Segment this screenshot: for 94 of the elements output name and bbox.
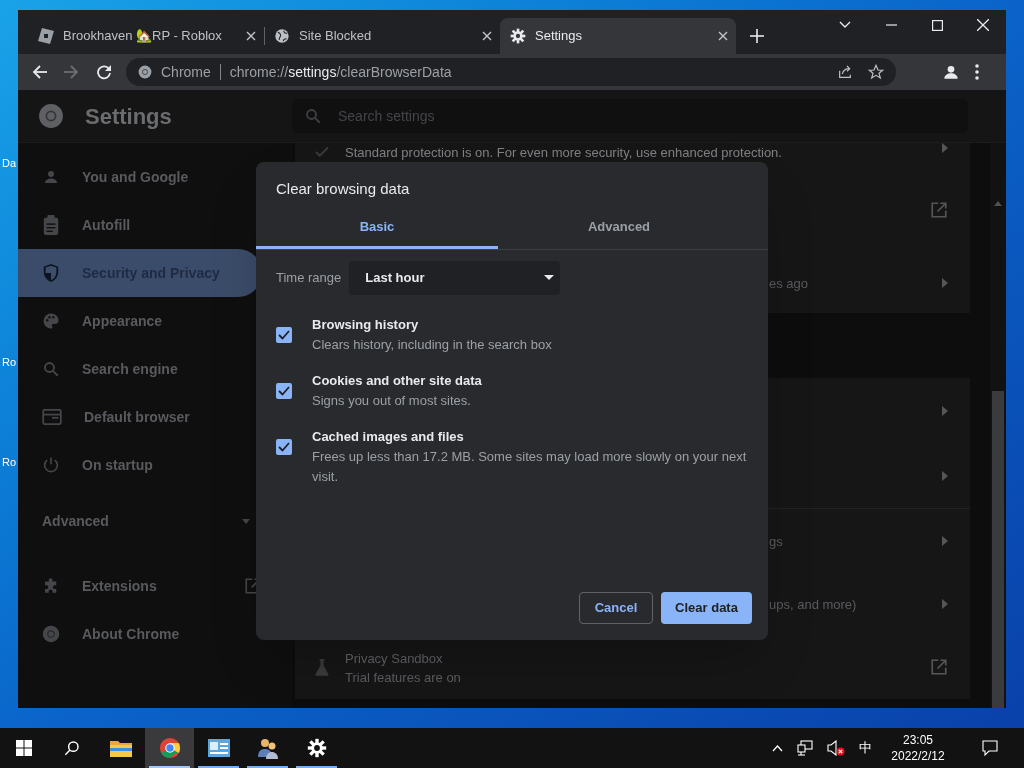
clear-data-button[interactable]: Clear data [661,592,752,624]
time-range-dropdown[interactable]: Last hour [349,260,561,295]
sidebar-item[interactable]: You and Google [18,153,262,201]
cancel-button[interactable]: Cancel [579,592,653,624]
desktop-icon-label[interactable]: Ro [2,355,17,369]
chevron-icon [942,278,948,288]
caret-down-icon [544,275,555,280]
sidebar-item[interactable]: Default browser [18,393,262,441]
show-hidden-icons-icon[interactable] [772,744,783,752]
desktop-icon-label[interactable]: Da [2,156,17,170]
tab[interactable]: Advanced [498,208,740,249]
url-text[interactable]: chrome://settings/clearBrowserData [229,61,837,83]
browser-logo-icon [38,103,64,129]
maximize-icon[interactable] [931,19,943,31]
tab-title: Settings [535,27,583,46]
input-method-indicator[interactable]: 中 [859,738,872,758]
close-icon[interactable] [718,31,728,41]
option-title: Cached images and files [312,427,465,446]
back-icon[interactable] [32,64,48,80]
browser-tab[interactable]: Settings [500,18,736,54]
row-subtitle: es ago [769,276,809,291]
browser-logo-icon [158,737,181,759]
notification-icon[interactable] [982,740,998,756]
settings-title: Settings [85,102,172,131]
power-icon [42,456,60,474]
minimize-icon[interactable] [885,24,897,26]
tab[interactable]: Basic [256,208,498,249]
more-menu-icon[interactable] [975,64,979,80]
sidebar-item[interactable]: On startup [18,441,262,489]
browser-window-icon [42,409,62,425]
browser-logo-icon [42,625,60,643]
checkbox[interactable] [276,438,292,455]
taskbar-app[interactable] [145,728,194,768]
browser-tab[interactable]: Site Blocked [264,18,500,54]
star-icon[interactable] [868,64,884,80]
browser-tab[interactable]: Brookhaven 🏡RP - Roblox [28,18,264,54]
clipboard-icon [42,215,60,235]
desktop-icon-label[interactable]: Ro [2,455,17,469]
row-subtitle: ups, and more) [769,596,857,612]
close-window-icon[interactable] [977,19,989,31]
row-subtitle: Trial features are on [345,670,462,686]
search-icon [64,740,80,756]
sidebar-item[interactable]: Search engine [18,345,262,393]
tab-title: Site Blocked [299,27,373,46]
row-subtitle: gs [769,533,783,549]
shield-icon [42,263,60,283]
row-subtitle: Standard protection is on. For even more security, use enhanced protection. [345,145,783,160]
new-tab-icon[interactable] [750,29,764,43]
network-icon[interactable] [797,740,813,756]
search-icon [304,107,322,125]
people-icon [256,737,279,759]
address-bar[interactable]: Chrome chrome://settings/clearBrowserData [126,58,896,86]
external-link-icon [930,658,948,676]
globe-icon [274,28,290,44]
advanced-section[interactable]: Advanced [18,497,292,545]
row-title: Privacy Sandbox [345,649,444,668]
close-icon[interactable] [246,31,256,41]
tab-search-icon[interactable] [839,21,851,29]
gear-icon [510,28,526,44]
option-description: Frees up less than 17.2 MB. Some sites may load more slowly on your next visit. [312,447,748,486]
chevron-icon [942,535,948,546]
close-icon[interactable] [482,31,492,41]
search-icon [42,360,60,378]
scrollbar-thumb[interactable] [992,391,1004,708]
site-info-icon [138,65,152,79]
speaker-muted-icon[interactable] [827,740,845,756]
option-description: Signs you out of most sites. [312,391,472,410]
tab-title: Brookhaven 🏡RP - Roblox [63,27,223,46]
folder-icon [109,739,132,757]
gear-icon [306,738,327,758]
site-chip[interactable]: Chrome [161,61,211,83]
clock[interactable]: 23:05 2022/2/12 [886,732,950,764]
windows-logo-icon [16,740,32,756]
chevron-icon [942,143,948,153]
option-title: Cookies and other site data [312,371,483,390]
flask-icon [314,658,330,676]
checkbox[interactable] [276,326,292,343]
external-link-icon [930,201,948,219]
sidebar-item[interactable]: Appearance [18,297,262,345]
chevron-icon [942,598,948,609]
person-icon [42,168,60,186]
option-title: Browsing history [312,315,420,334]
sidebar-item[interactable]: About Chrome [18,610,262,658]
window-panel-icon [207,739,230,757]
share-icon[interactable] [837,64,853,80]
checkbox[interactable] [276,382,292,399]
profile-icon[interactable] [943,64,959,80]
reload-icon[interactable] [96,64,112,80]
palette-icon [42,312,60,330]
chevron-icon [942,405,948,416]
time-range-label: Time range [276,268,342,287]
option-description: Clears history, including in the search box [312,335,553,354]
chevron-icon [942,470,948,481]
dialog-title: Clear browsing data [275,179,411,199]
